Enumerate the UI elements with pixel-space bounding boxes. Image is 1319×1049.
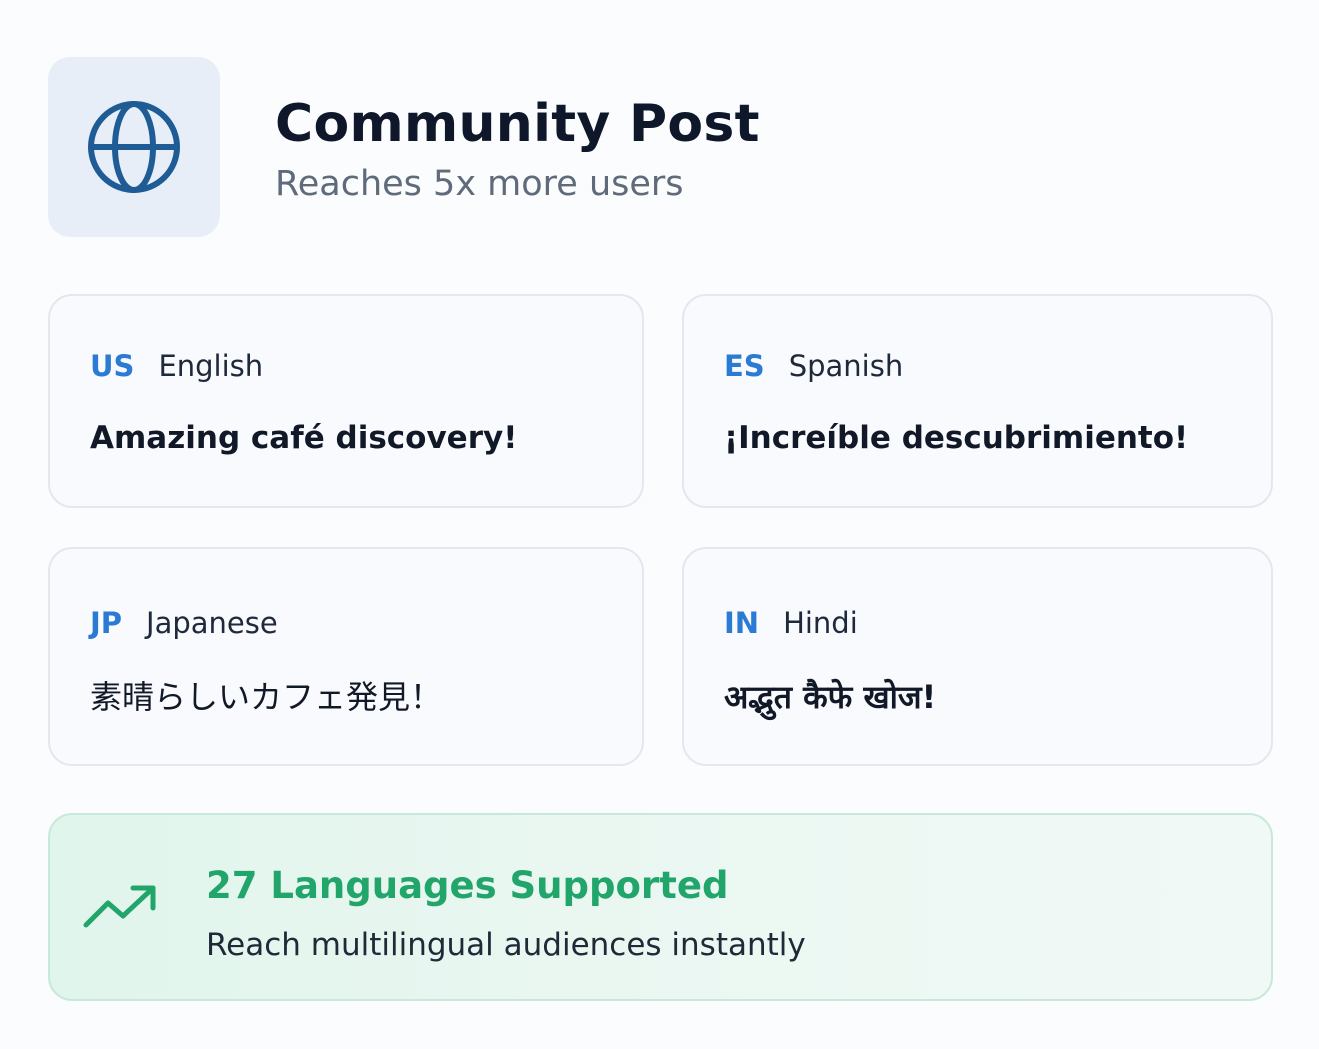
translated-text: Amazing café discovery! [90, 420, 518, 456]
country-code: JP [90, 606, 123, 640]
languages-supported-banner: 27 Languages Supported Reach multilingua… [48, 813, 1273, 1001]
community-post-panel: Community Post Reaches 5x more users US … [0, 0, 1319, 1049]
language-name: English [158, 349, 264, 383]
country-code: US [90, 349, 135, 383]
translated-text: 素晴らしいカフェ発見！ [90, 678, 443, 716]
translated-text: ¡Increíble descubrimiento! [724, 420, 1189, 456]
language-label-row: ES Spanish [724, 348, 903, 384]
post-subtitle: Reaches 5x more users [275, 164, 684, 204]
banner-subtitle: Reach multilingual audiences instantly [206, 927, 806, 963]
translation-card-hindi[interactable]: IN Hindi अद्भुत कैफे खोज! [682, 547, 1273, 766]
language-label-row: IN Hindi [724, 605, 858, 641]
translation-card-japanese[interactable]: JP Japanese 素晴らしいカフェ発見！ [48, 547, 644, 766]
translation-card-english[interactable]: US English Amazing café discovery! [48, 294, 644, 508]
banner-title: 27 Languages Supported [206, 864, 729, 907]
language-label-row: US English [90, 348, 263, 384]
country-code: ES [724, 349, 765, 383]
translation-card-spanish[interactable]: ES Spanish ¡Increíble descubrimiento! [682, 294, 1273, 508]
language-name: Spanish [788, 349, 904, 383]
header-text: Community Post Reaches 5x more users [275, 93, 760, 205]
post-header: Community Post Reaches 5x more users [48, 57, 760, 237]
globe-icon-tile [48, 57, 220, 237]
post-title: Community Post [275, 94, 760, 154]
globe-icon [88, 101, 180, 193]
language-name: Hindi [783, 606, 858, 640]
trending-up-icon [83, 885, 156, 928]
language-name: Japanese [146, 606, 278, 640]
country-code: IN [724, 606, 760, 640]
language-label-row: JP Japanese [90, 605, 278, 641]
translated-text: अद्भुत कैफे खोज! [724, 678, 937, 716]
